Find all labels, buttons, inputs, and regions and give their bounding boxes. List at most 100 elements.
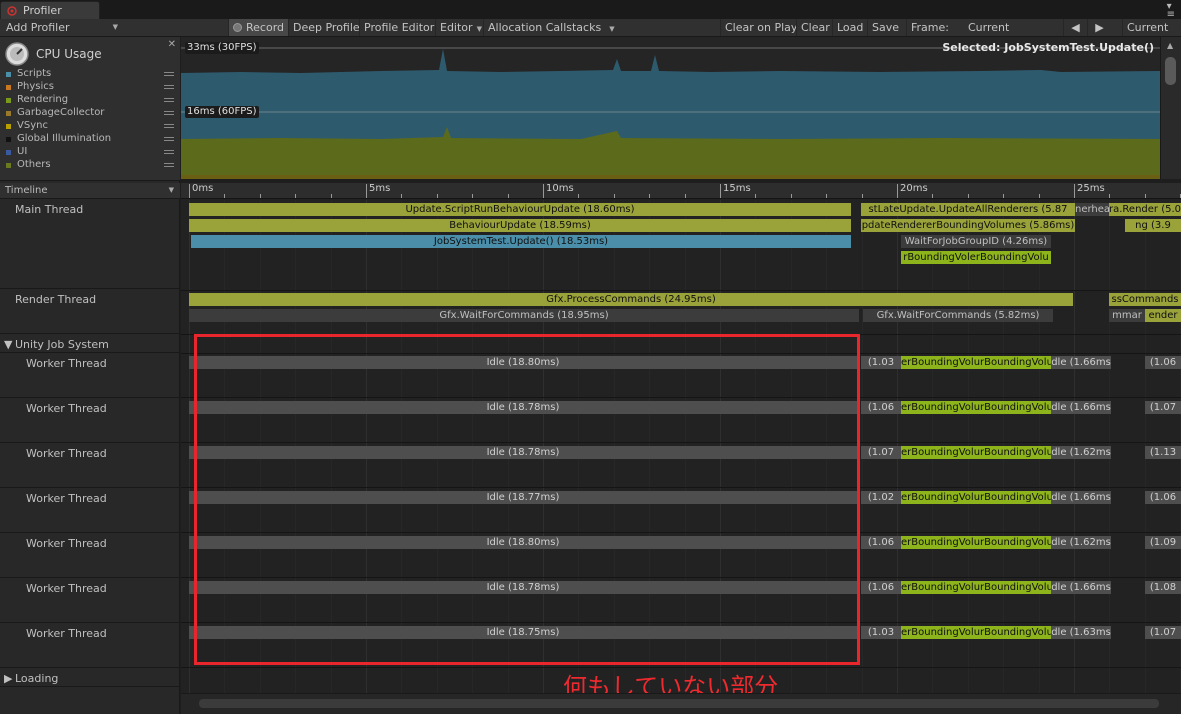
legend-item[interactable]: Physics <box>6 81 176 94</box>
cpu-usage-module[interactable]: CPU Usage ✕ Scripts Physics Rendering Garba… <box>0 37 180 181</box>
sample-boundingvolume-job[interactable]: erBoundingVolurBoundingVolu <box>901 626 1051 639</box>
sample-idle-short[interactable]: (1.03 <box>861 356 901 369</box>
next-frame-button[interactable]: ▶ <box>1087 19 1111 36</box>
sample-render[interactable]: ender <box>1145 309 1181 322</box>
thread-label-worker: Worker Thread <box>0 579 180 623</box>
editor-dropdown[interactable]: Editor ▼ <box>435 19 486 36</box>
legend-item[interactable]: GarbageCollector <box>6 107 176 120</box>
sample-overhead[interactable]: nerhead <box>1075 203 1109 216</box>
time-ruler[interactable]: 0ms 5ms 10ms 15ms 20ms 25ms <box>181 183 1181 199</box>
sample-boundingvolume-job[interactable]: erBoundingVolurBoundingVolu <box>901 401 1051 414</box>
sample-idle-3[interactable]: (1.06 <box>1145 491 1181 504</box>
scrollbar-thumb[interactable] <box>199 699 1159 708</box>
legend-swatch <box>6 72 11 77</box>
window-menu-icon[interactable]: ▾ ≡ <box>1167 2 1175 20</box>
thread-label-main: Main Thread <box>0 200 180 289</box>
drag-handle-icon[interactable] <box>164 137 174 141</box>
sample-camera-render[interactable]: ra.Render (5.0 <box>1109 203 1181 216</box>
sample-rendering[interactable]: ng (3.9 <box>1125 219 1181 232</box>
ruler-tick <box>330 194 332 198</box>
sample-idle-short[interactable]: (1.02 <box>861 491 901 504</box>
sample-boundingvolume-job[interactable]: erBoundingVolurBoundingVolu <box>901 446 1051 459</box>
current-frame-button[interactable]: Current <box>1122 19 1172 36</box>
sample-update-scriptrunbehaviourupdate[interactable]: Update.ScriptRunBehaviourUpdate (18.60ms… <box>189 203 851 216</box>
load-button[interactable]: Load <box>832 19 867 36</box>
sample-idle-2[interactable]: dle (1.66ms <box>1051 401 1111 414</box>
sample-idle-3[interactable]: (1.13 <box>1145 446 1181 459</box>
previous-frame-button[interactable]: ◀ <box>1063 19 1087 36</box>
sample-processcommands-2[interactable]: ssCommands <box>1109 293 1181 306</box>
drag-handle-icon[interactable] <box>164 72 174 76</box>
legend-item[interactable]: VSync <box>6 120 176 133</box>
drag-handle-icon[interactable] <box>164 111 174 115</box>
sample-idle-2[interactable]: dle (1.62ms <box>1051 446 1111 459</box>
sample-idle-short[interactable]: (1.06 <box>861 401 901 414</box>
arrow-up-icon[interactable]: ▲ <box>1167 41 1173 50</box>
sample-idle-3[interactable]: (1.06 <box>1145 356 1181 369</box>
drag-handle-icon[interactable] <box>164 150 174 154</box>
sample-idle-3[interactable]: (1.09 <box>1145 536 1181 549</box>
legend-swatch <box>6 85 11 90</box>
ruler-tick <box>755 194 757 198</box>
sample-idle-2[interactable]: dle (1.62ms <box>1051 536 1111 549</box>
legend-item[interactable]: Rendering <box>6 94 176 107</box>
ruler-tick <box>578 194 580 198</box>
sample-updaterendererboundingvolumes[interactable]: pdateRendererBoundingVolumes (5.86ms) <box>861 219 1075 232</box>
record-label: Record <box>246 21 285 34</box>
sample-idle-3[interactable]: (1.07 <box>1145 401 1181 414</box>
save-button[interactable]: Save <box>867 19 903 36</box>
drag-handle-icon[interactable] <box>164 85 174 89</box>
sample-boundingvolume-job[interactable]: erBoundingVolurBoundingVolu <box>901 581 1051 594</box>
record-button[interactable]: Record <box>228 19 289 36</box>
sample-boundingvolume-job[interactable]: erBoundingVolurBoundingVolu <box>901 536 1051 549</box>
clear-button[interactable]: Clear <box>796 19 834 36</box>
drag-handle-icon[interactable] <box>164 124 174 128</box>
sample-gfx-processcommands[interactable]: Gfx.ProcessCommands (24.95ms) <box>189 293 1073 306</box>
sample-idle-3[interactable]: (1.08 <box>1145 581 1181 594</box>
sample-boundingvolume-jobs[interactable]: rBoundingVolerBoundingVolu <box>901 251 1051 264</box>
loading-group[interactable]: ▶ Loading <box>0 669 180 687</box>
sample-commands[interactable]: mmar <box>1109 309 1145 322</box>
view-mode-dropdown[interactable]: Timeline ▼ <box>0 183 180 199</box>
sample-idle-short[interactable]: (1.06 <box>861 536 901 549</box>
sample-idle-3[interactable]: (1.07 <box>1145 626 1181 639</box>
deep-profile-button[interactable]: Deep Profile <box>288 19 364 36</box>
sample-idle-2[interactable]: dle (1.66ms <box>1051 356 1111 369</box>
drag-handle-icon[interactable] <box>164 163 174 167</box>
sample-waitforjobgroupid[interactable]: WaitForJobGroupID (4.26ms) <box>901 235 1051 248</box>
sample-idle-2[interactable]: dle (1.63ms <box>1051 626 1111 639</box>
idle-highlight-box <box>194 334 860 665</box>
sample-gfx-waitforcommands[interactable]: Gfx.WaitForCommands (18.95ms) <box>189 309 859 322</box>
cpu-usage-chart[interactable]: 33ms (30FPS) 16ms (60FPS) Selected: JobS… <box>181 37 1160 179</box>
chart-scrollbar[interactable]: ▲ <box>1160 37 1181 179</box>
legend-item[interactable]: Scripts <box>6 68 176 81</box>
profile-editor-button[interactable]: Profile Editor <box>359 19 438 36</box>
timeline-horizontal-scrollbar[interactable] <box>181 693 1181 714</box>
sample-idle-short[interactable]: (1.06 <box>861 581 901 594</box>
thread-label-worker: Worker Thread <box>0 624 180 668</box>
drag-handle-icon[interactable] <box>164 98 174 102</box>
close-icon[interactable]: ✕ <box>168 39 176 50</box>
legend-item[interactable]: UI <box>6 146 176 159</box>
ruler-tick <box>613 194 615 198</box>
allocation-callstacks-dropdown[interactable]: Allocation Callstacks ▼ <box>483 19 619 36</box>
sample-idle-2[interactable]: dle (1.66ms <box>1051 581 1111 594</box>
sample-boundingvolume-job[interactable]: erBoundingVolurBoundingVolu <box>901 491 1051 504</box>
tab-profiler[interactable]: Profiler <box>0 1 100 19</box>
sample-boundingvolume-job[interactable]: erBoundingVolurBoundingVolu <box>901 356 1051 369</box>
sample-gfx-waitforcommands-2[interactable]: Gfx.WaitForCommands (5.82ms) <box>863 309 1053 322</box>
sample-idle-short[interactable]: (1.07 <box>861 446 901 459</box>
ruler-tick <box>224 194 226 198</box>
add-profiler-dropdown[interactable]: Add Profiler ▼ <box>2 19 120 36</box>
sample-idle-short[interactable]: (1.03 <box>861 626 901 639</box>
sample-jobsystemtest-update[interactable]: JobSystemTest.Update() (18.53ms) <box>191 235 851 248</box>
sample-behaviourupdate[interactable]: BehaviourUpdate (18.59ms) <box>189 219 851 232</box>
clear-on-play-button[interactable]: Clear on Play <box>720 19 801 36</box>
scrollbar-thumb[interactable] <box>1165 57 1176 85</box>
legend-item[interactable]: Global Illumination <box>6 133 176 146</box>
worker-thread-label: Worker Thread <box>26 492 107 505</box>
sample-postlateupdate-updateallrenderers[interactable]: stLateUpdate.UpdateAllRenderers (5.87 <box>861 203 1075 216</box>
job-system-group[interactable]: ▼ Unity Job System <box>0 335 180 353</box>
legend-item[interactable]: Others <box>6 159 176 172</box>
sample-idle-2[interactable]: dle (1.66ms <box>1051 491 1111 504</box>
